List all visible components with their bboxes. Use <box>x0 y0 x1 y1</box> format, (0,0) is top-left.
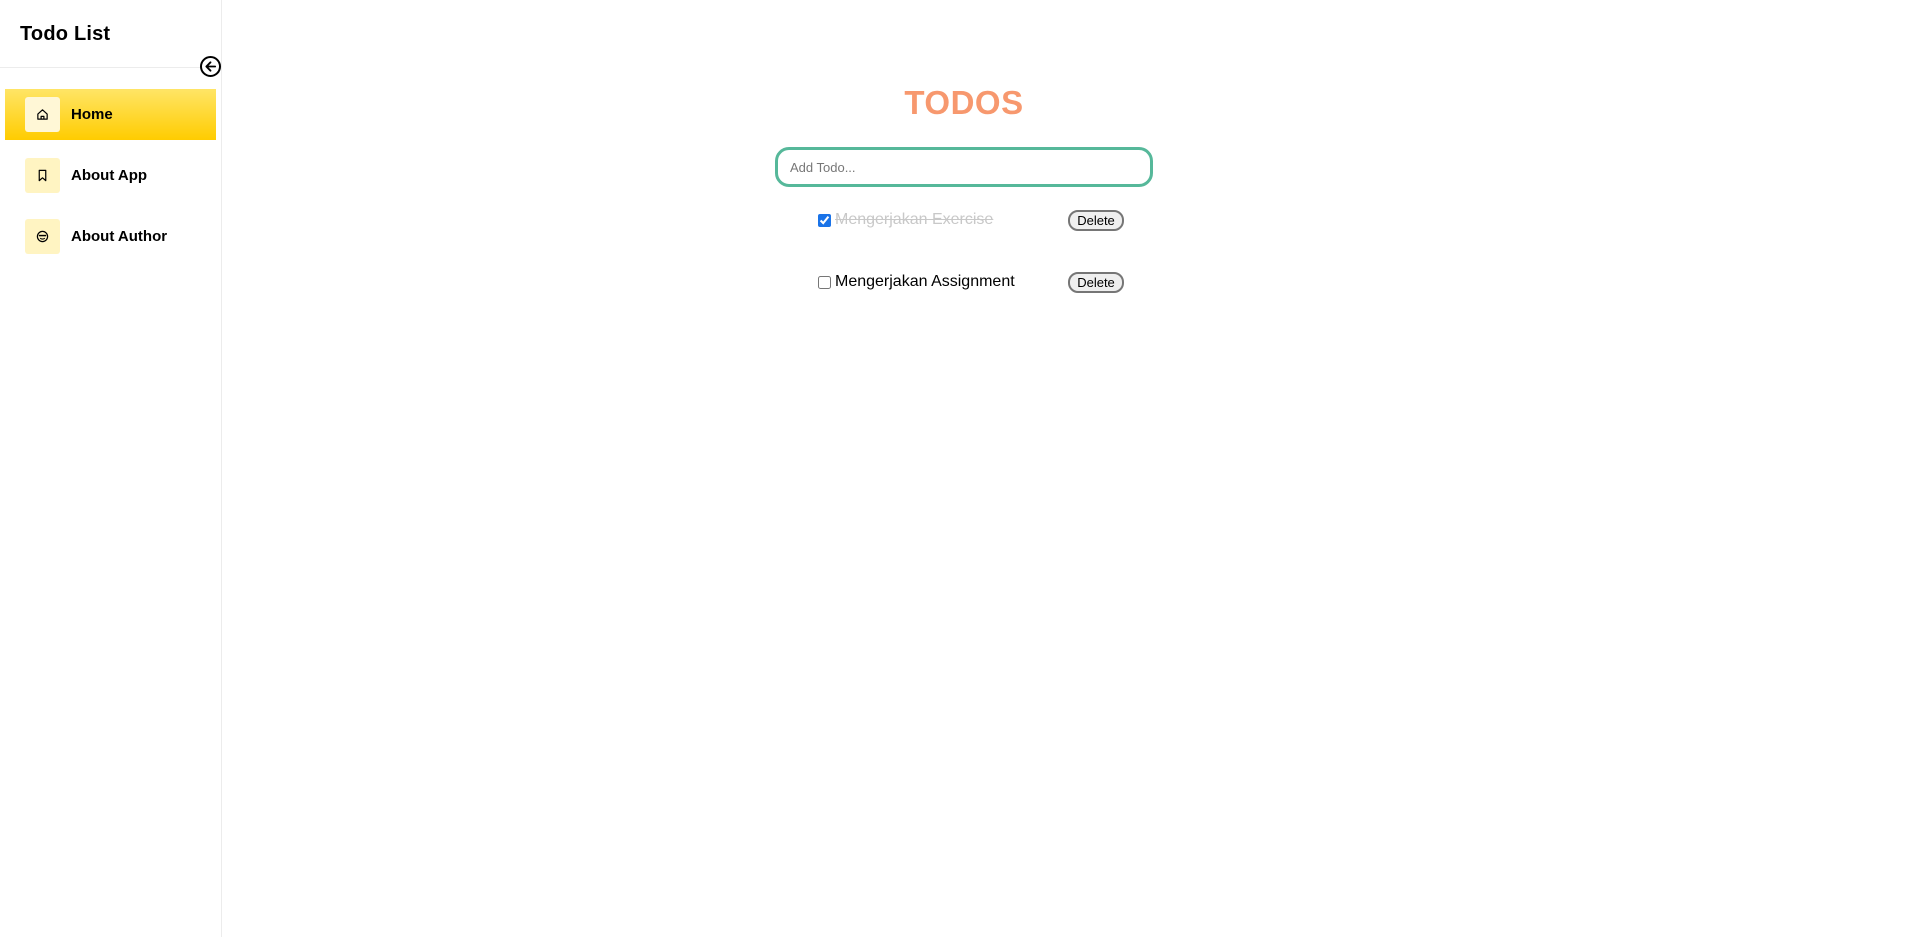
home-icon <box>25 97 60 132</box>
face-icon <box>25 219 60 254</box>
delete-button[interactable]: Delete <box>1068 272 1124 293</box>
sidebar-item-label: Home <box>71 106 113 123</box>
app-title: Todo List <box>20 23 111 45</box>
delete-button[interactable]: Delete <box>1068 210 1124 231</box>
todo-item: Mengerjakan Assignment Delete <box>818 272 1124 296</box>
sidebar-item-label: About Author <box>71 228 168 245</box>
sidebar-header: Todo List <box>0 0 221 68</box>
sidebar-item-about-author[interactable]: About Author <box>5 211 216 262</box>
todo-checkbox[interactable] <box>818 276 831 289</box>
bookmark-icon <box>25 158 60 193</box>
sidebar-nav: Home About App About Author <box>5 89 216 272</box>
sidebar-item-about-app[interactable]: About App <box>5 150 216 201</box>
add-todo-input[interactable] <box>775 147 1153 187</box>
page-title: TODOS <box>904 84 1024 121</box>
main-content: TODOS Mengerjakan Exercise Delete Menger… <box>223 0 1920 937</box>
collapse-sidebar-button[interactable] <box>200 56 221 77</box>
todo-text: Mengerjakan Assignment <box>835 273 1015 290</box>
sidebar: Todo List Home About App About Author <box>0 0 222 937</box>
todo-text: Mengerjakan Exercise <box>835 211 994 228</box>
sidebar-item-label: About App <box>71 167 148 184</box>
todo-item: Mengerjakan Exercise Delete <box>818 210 1124 234</box>
arrow-left-icon <box>205 61 217 72</box>
todo-checkbox[interactable] <box>818 214 831 227</box>
sidebar-item-home[interactable]: Home <box>5 89 216 140</box>
